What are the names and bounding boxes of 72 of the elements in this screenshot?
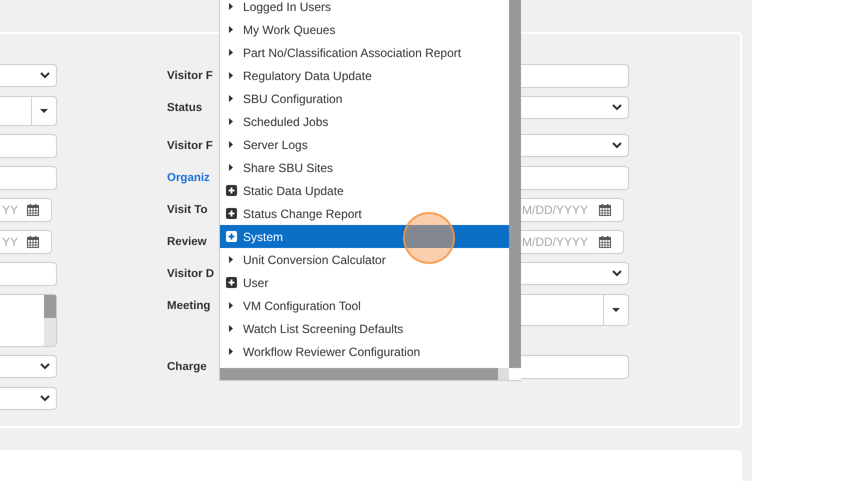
input-field[interactable] [520, 355, 629, 379]
calendar-icon [599, 204, 611, 216]
select-field[interactable] [520, 262, 629, 285]
chevron-down-icon [40, 395, 50, 402]
plus-box-icon [226, 185, 237, 196]
menu-item[interactable]: Part No/Classification Association Report [220, 41, 509, 64]
triangle-right-icon [229, 141, 233, 148]
chevron-down-icon [612, 142, 622, 149]
scrollbar[interactable] [44, 295, 56, 346]
chevron-down-icon [612, 104, 622, 111]
menu-item[interactable]: Workflow Reviewer Configuration [220, 340, 509, 363]
triangle-right-icon [229, 348, 233, 355]
input-field[interactable] [520, 166, 629, 190]
input-field[interactable] [520, 64, 629, 88]
click-indicator [403, 212, 455, 264]
triangle-right-icon [229, 302, 233, 309]
caret-down-icon [40, 109, 48, 113]
triangle-right-icon [229, 325, 233, 332]
combo-field[interactable] [0, 96, 57, 126]
triangle-right-icon [229, 256, 233, 263]
triangle-right-icon [229, 118, 233, 125]
input-field[interactable] [0, 262, 57, 286]
menu-item[interactable]: Static Data Update [220, 179, 509, 202]
chevron-down-icon [40, 363, 50, 370]
menu-item[interactable]: Server Logs [220, 133, 509, 156]
plus-box-icon [226, 231, 237, 242]
select-field[interactable] [0, 355, 57, 378]
field-label: Status [167, 101, 204, 116]
triangle-right-icon [229, 26, 233, 33]
menu-item[interactable]: System [220, 225, 509, 248]
triangle-right-icon [229, 72, 233, 79]
triangle-right-icon [229, 49, 233, 56]
input-field[interactable] [0, 166, 57, 190]
calendar-icon [27, 236, 39, 248]
vertical-scrollbar[interactable] [509, 0, 521, 368]
field-label: Charge [167, 360, 208, 375]
caret-down-icon [612, 308, 620, 312]
select-field[interactable] [520, 134, 629, 157]
plus-box-icon [226, 208, 237, 219]
horizontal-scrollbar[interactable] [220, 368, 509, 380]
field-label-link[interactable]: Organiz [167, 166, 218, 190]
menu-item[interactable]: VM Configuration Tool [220, 294, 509, 317]
menu-item[interactable]: User [220, 271, 509, 294]
menu-item[interactable]: Status Change Report [220, 202, 509, 225]
select-field[interactable] [0, 64, 57, 87]
field-label: Meeting [167, 299, 212, 314]
menu-item[interactable]: Scheduled Jobs [220, 110, 509, 133]
chevron-down-icon [40, 72, 50, 79]
triangle-right-icon [229, 95, 233, 102]
calendar-icon [27, 204, 39, 216]
triangle-right-icon [229, 164, 233, 171]
menu-item[interactable]: Watch List Screening Defaults [220, 317, 509, 340]
field-label: Visitor D [167, 267, 216, 282]
plus-box-icon [226, 277, 237, 288]
field-label: Visit To [167, 203, 208, 218]
menu-item[interactable]: Regulatory Data Update [220, 64, 509, 87]
menu-item[interactable]: Share SBU Sites [220, 156, 509, 179]
chevron-down-icon [612, 270, 622, 277]
menu-item[interactable]: My Work Queues [220, 18, 509, 41]
menu-item[interactable]: Unit Conversion Calculator [220, 248, 509, 271]
list-box[interactable] [0, 294, 57, 347]
menu-item[interactable]: SBU Configuration [220, 87, 509, 110]
calendar-icon [599, 236, 611, 248]
triangle-right-icon [229, 3, 233, 10]
select-field[interactable] [520, 96, 629, 119]
select-field[interactable] [0, 387, 57, 410]
menu-item[interactable]: Logged In Users [220, 0, 509, 18]
combo-field[interactable] [520, 294, 629, 326]
field-label: Visitor F [167, 69, 214, 84]
input-field[interactable] [0, 134, 57, 158]
field-label: Review [167, 235, 208, 250]
field-label: Visitor F [167, 139, 214, 154]
